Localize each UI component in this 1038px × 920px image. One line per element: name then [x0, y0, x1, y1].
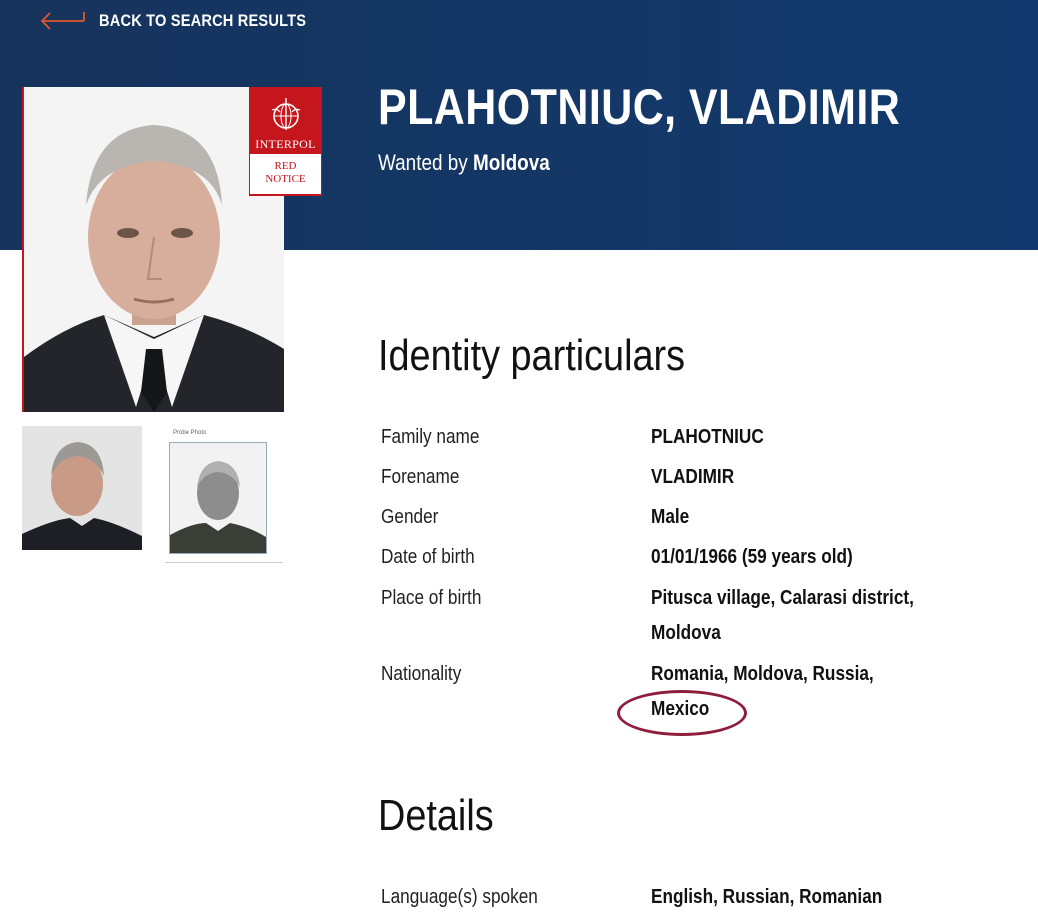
identity-field-value: VLADIMIR [651, 466, 735, 488]
portrait-image [24, 87, 284, 412]
probe-photo-caption: Probe Photo [173, 430, 207, 436]
identity-field-value: PLAHOTNIUC [651, 426, 764, 448]
probe-image [170, 443, 266, 553]
badge-brand: INTERPOL [255, 137, 316, 151]
identity-heading: Identity particulars [378, 331, 686, 380]
probe-photo-frame [169, 442, 267, 554]
identity-field-label: Place of birth [381, 587, 482, 609]
badge-notice-line-2: NOTICE [265, 173, 306, 185]
details-heading: Details [378, 791, 494, 840]
main-photo[interactable] [22, 87, 284, 412]
badge-notice-type: RED NOTICE [250, 154, 321, 194]
person-name: PLAHOTNIUC, VLADIMIR [378, 79, 901, 135]
back-arrow-icon [40, 12, 85, 30]
identity-field-value: Mexico [651, 698, 710, 720]
identity-field-value: Pitusca village, Calarasi district, [651, 587, 914, 609]
wanted-by-country: Moldova [473, 150, 550, 175]
thumbnail-photo-1[interactable] [22, 426, 142, 550]
red-notice-badge: INTERPOL RED NOTICE [249, 87, 322, 196]
thumbnail-probe-photo[interactable]: Probe Photo [165, 426, 283, 563]
identity-field-value: Moldova [651, 622, 721, 644]
identity-field-label: Date of birth [381, 546, 475, 568]
badge-notice-line-1: RED [274, 160, 297, 172]
identity-field-label: Family name [381, 426, 480, 448]
details-field-label: Language(s) spoken [381, 886, 538, 908]
identity-field-value: 01/01/1966 (59 years old) [651, 546, 853, 568]
identity-field-value: Male [651, 506, 690, 528]
wanted-by-line: Wanted by Moldova [378, 150, 550, 176]
identity-field-label: Gender [381, 506, 439, 528]
back-to-search-link[interactable]: BACK TO SEARCH RESULTS [40, 8, 340, 34]
identity-field-label: Nationality [381, 663, 462, 685]
wanted-by-prefix: Wanted by [378, 150, 468, 175]
details-field-value: English, Russian, Romanian [651, 886, 883, 908]
thumbnail-image-1 [22, 426, 142, 550]
identity-field-label: Forename [381, 466, 460, 488]
identity-field-value: Romania, Moldova, Russia, [651, 663, 874, 685]
back-link-label[interactable]: BACK TO SEARCH RESULTS [99, 11, 306, 31]
interpol-globe-icon [271, 98, 301, 130]
